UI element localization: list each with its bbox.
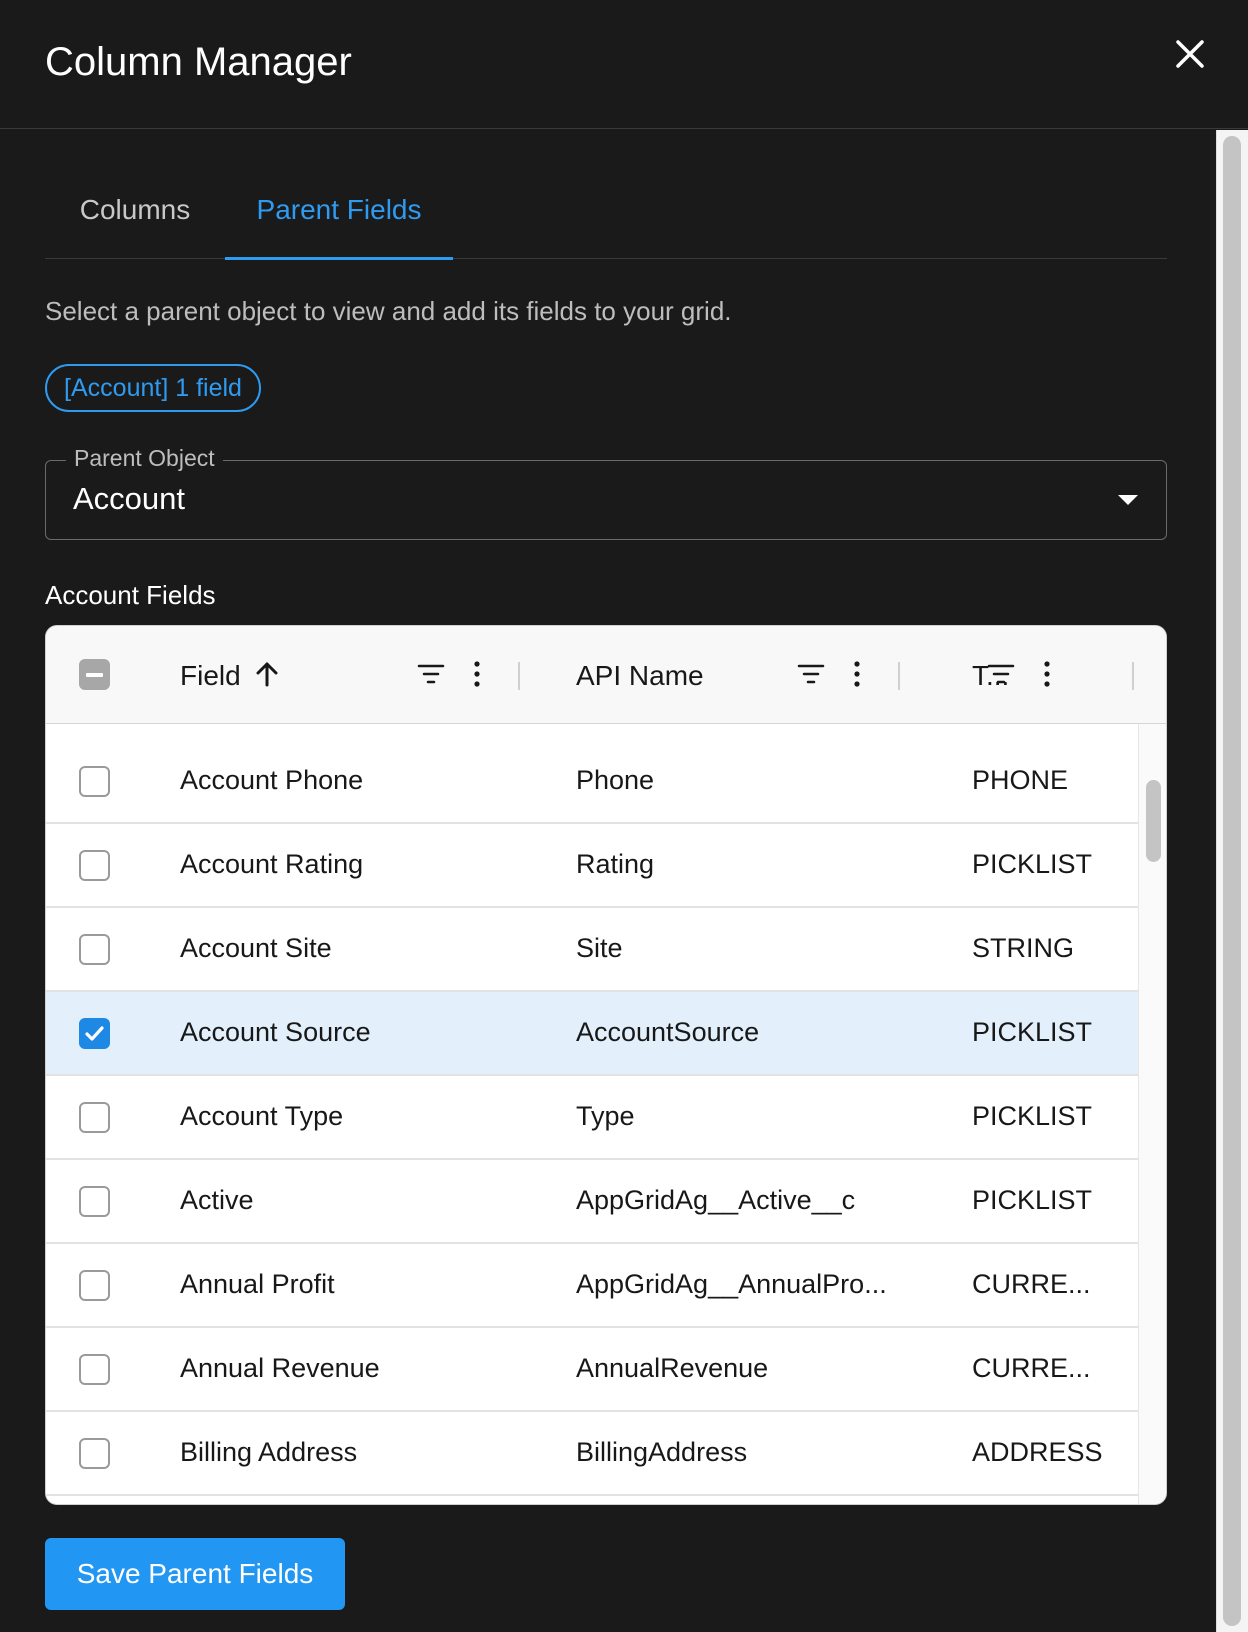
- cell-type: PICKLIST: [972, 1185, 1093, 1215]
- cell-field-name: Account Type: [180, 1101, 344, 1131]
- description-text: Select a parent object to view and add i…: [45, 296, 732, 326]
- column-resize-handle[interactable]: [898, 662, 900, 690]
- cell-api-name: BillingAddress: [576, 1437, 748, 1467]
- cell-api-name: AccountSource: [576, 1017, 760, 1047]
- grid-scrollbar[interactable]: [1138, 724, 1166, 1504]
- cell-api-name: Type: [576, 1101, 635, 1131]
- cell-field-name: Account Site: [180, 933, 332, 963]
- cell-type: ADDRESS: [972, 1437, 1103, 1467]
- table-row[interactable]: Account Type Type PICKLIST: [46, 1076, 1138, 1160]
- row-checkbox[interactable]: [79, 1270, 110, 1301]
- column-resize-handle[interactable]: [1132, 662, 1134, 690]
- column-menu-icon[interactable]: [1032, 659, 1062, 689]
- cell-field-name: Billing Address: [180, 1437, 358, 1467]
- row-checkbox[interactable]: [79, 850, 110, 881]
- section-title: Account Fields: [45, 580, 216, 610]
- filter-icon[interactable]: [416, 659, 446, 689]
- parent-object-select[interactable]: Parent Object Account: [45, 445, 1167, 540]
- cell-type: STRING: [972, 933, 1075, 963]
- row-checkbox[interactable]: [79, 1438, 110, 1469]
- parent-object-value: Account: [73, 481, 186, 516]
- column-menu-icon[interactable]: [842, 659, 872, 689]
- cell-type: PICKLIST: [972, 1017, 1093, 1047]
- row-checkbox[interactable]: [79, 1102, 110, 1133]
- close-icon: [1176, 40, 1204, 68]
- cell-field-name: Annual Profit: [180, 1269, 335, 1299]
- cell-field-name: Annual Revenue: [180, 1353, 380, 1383]
- cell-api-name: Rating: [576, 849, 655, 879]
- row-checkbox[interactable]: [79, 1186, 110, 1217]
- dialog-scrollbar-thumb[interactable]: [1223, 136, 1241, 1626]
- cell-api-name: Site: [576, 933, 623, 963]
- filter-icon[interactable]: [986, 659, 1016, 689]
- sort-ascending-icon[interactable]: [252, 659, 282, 689]
- table-row[interactable]: Account Source AccountSource PICKLIST: [46, 992, 1138, 1076]
- cell-type: CURRE...: [972, 1269, 1091, 1299]
- column-manager-dialog: Column Manager Columns Parent Fields Sel…: [0, 0, 1248, 1632]
- row-checkbox[interactable]: [79, 1018, 110, 1049]
- cell-field-name: Active: [180, 1185, 254, 1215]
- dialog-scrollbar[interactable]: [1216, 130, 1248, 1632]
- selected-fields-chip[interactable]: [Account] 1 field: [45, 364, 261, 412]
- column-menu-icon[interactable]: [462, 659, 492, 689]
- row-checkbox[interactable]: [79, 934, 110, 965]
- tab-parent-fields[interactable]: Parent Fields: [225, 170, 453, 260]
- cell-type: PICKLIST: [972, 849, 1093, 879]
- column-header-api-name[interactable]: API Name: [576, 660, 704, 692]
- cell-api-name: AnnualRevenue: [576, 1353, 769, 1383]
- caret-down-icon: [1118, 495, 1138, 505]
- close-button[interactable]: [1168, 32, 1212, 76]
- table-row[interactable]: Active AppGridAg__Active__c PICKLIST: [46, 1160, 1138, 1244]
- table-row[interactable]: Account Phone Phone PHONE: [46, 740, 1138, 824]
- fields-grid: Field API Name T... Account Phone Phone …: [45, 625, 1167, 1505]
- cell-type: PHONE: [972, 765, 1069, 795]
- filter-icon[interactable]: [796, 659, 826, 689]
- grid-body: Account Phone Phone PHONE Account Rating Rat…: [46, 724, 1138, 1504]
- grid-header: Field API Name T...: [46, 626, 1166, 724]
- column-header-field[interactable]: Field: [180, 660, 241, 692]
- tab-columns[interactable]: Columns: [45, 170, 225, 259]
- table-row[interactable]: Account Site Site STRING: [46, 908, 1138, 992]
- checkmark-icon: [85, 1026, 104, 1041]
- select-all-checkbox[interactable]: [79, 659, 110, 690]
- row-checkbox[interactable]: [79, 766, 110, 797]
- grid-scrollbar-thumb[interactable]: [1146, 780, 1161, 862]
- table-row[interactable]: Account Rating Rating PICKLIST: [46, 824, 1138, 908]
- dialog-title: Column Manager: [45, 40, 352, 84]
- table-row[interactable]: Annual Revenue AnnualRevenue CURRE...: [46, 1328, 1138, 1412]
- table-row[interactable]: Annual Profit AppGridAg__AnnualPro... CURR…: [46, 1244, 1138, 1328]
- cell-field-name: Account Rating: [180, 849, 364, 879]
- parent-object-label: Parent Object: [66, 445, 223, 472]
- cell-api-name: Phone: [576, 765, 655, 795]
- tab-bar: Columns Parent Fields: [45, 170, 1167, 260]
- cell-field-name: Account Phone: [180, 765, 364, 795]
- cell-api-name: AppGridAg__AnnualPro...: [576, 1269, 887, 1299]
- column-resize-handle[interactable]: [518, 662, 520, 690]
- dialog-header: Column Manager: [0, 0, 1248, 129]
- cell-type: CURRE...: [972, 1353, 1091, 1383]
- cell-api-name: AppGridAg__Active__c: [576, 1185, 856, 1215]
- table-row[interactable]: Billing Address BillingAddress ADDRESS: [46, 1412, 1138, 1496]
- row-checkbox[interactable]: [79, 1354, 110, 1385]
- cell-field-name: Account Source: [180, 1017, 371, 1047]
- cell-type: PICKLIST: [972, 1101, 1093, 1131]
- save-parent-fields-button[interactable]: Save Parent Fields: [45, 1538, 345, 1610]
